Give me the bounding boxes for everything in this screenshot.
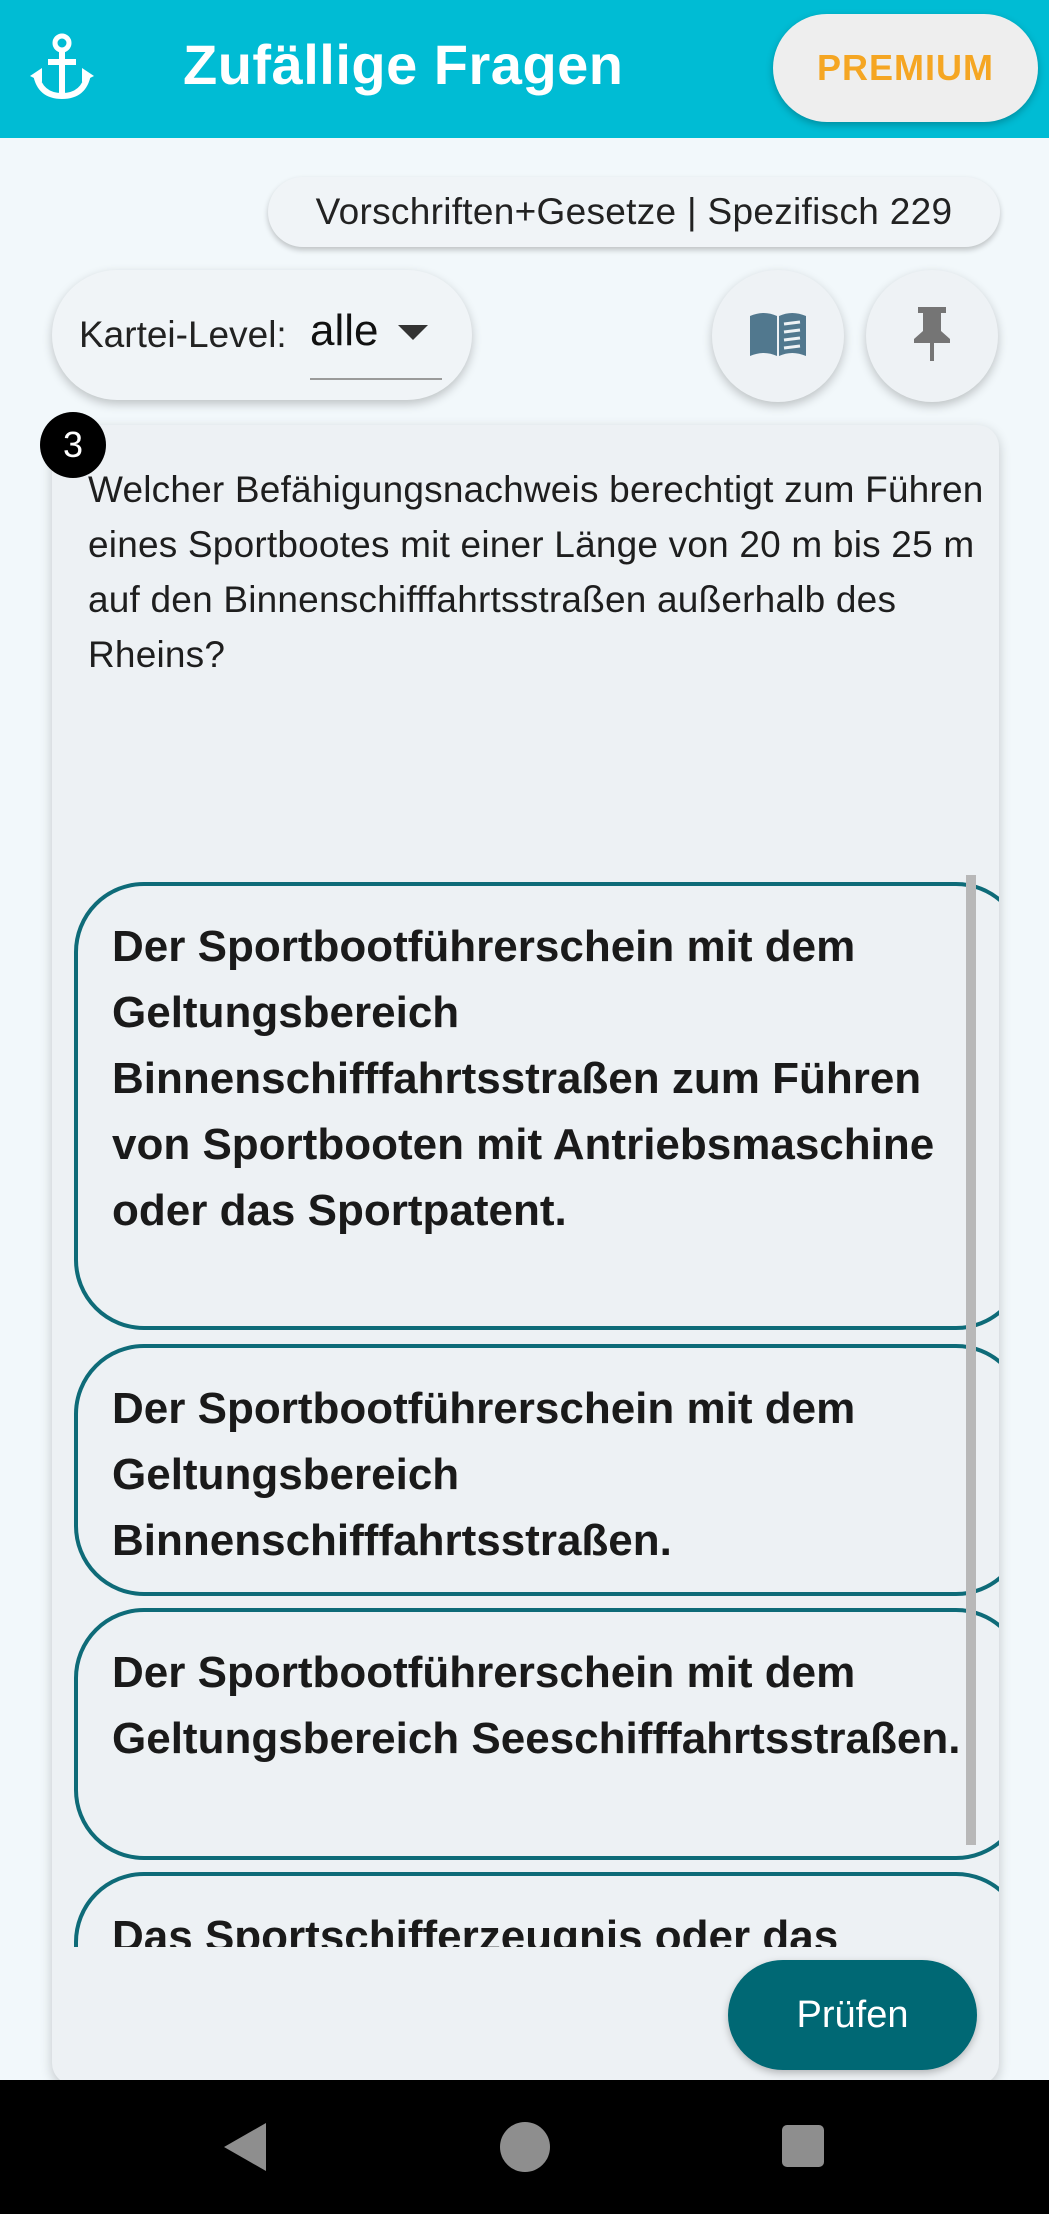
pin-icon — [910, 305, 954, 368]
answer-option[interactable]: Der Sportbootführerschein mit dem Geltun… — [74, 882, 999, 1330]
chevron-down-icon[interactable] — [398, 325, 428, 340]
answer-option[interactable]: Der Sportbootführerschein mit dem Geltun… — [74, 1608, 999, 1860]
home-icon[interactable] — [500, 2122, 550, 2172]
premium-button[interactable]: PREMIUM — [773, 14, 1038, 122]
app-bar: Zufällige Fragen PREMIUM — [0, 0, 1049, 138]
question-number-badge: 3 — [40, 412, 106, 478]
recents-icon[interactable] — [782, 2125, 824, 2167]
level-label: Kartei-Level: — [79, 314, 287, 355]
level-value[interactable]: alle — [310, 306, 379, 356]
answer-option[interactable]: Das Sportschifferzeugnis oder das — [74, 1872, 999, 1947]
category-chip[interactable]: Vorschriften+Gesetze | Spezifisch 229 — [268, 177, 1000, 247]
check-button[interactable]: Prüfen — [728, 1960, 977, 2070]
back-icon[interactable] — [224, 2123, 266, 2171]
app-title: Zufällige Fragen — [183, 33, 624, 96]
dropdown-underline — [310, 378, 442, 380]
pin-button[interactable] — [866, 270, 998, 402]
scrollbar[interactable] — [966, 875, 976, 1845]
answer-option[interactable]: Der Sportbootführerschein mit dem Geltun… — [74, 1344, 999, 1596]
answer-list[interactable]: Der Sportbootführerschein mit dem Geltun… — [52, 870, 999, 1947]
level-dropdown[interactable]: Kartei-Level: alle — [52, 270, 472, 400]
anchor-icon[interactable] — [30, 32, 94, 104]
book-open-icon — [746, 308, 810, 365]
question-text: Welcher Befähigungsnachweis berechtigt z… — [88, 469, 984, 675]
book-button[interactable] — [712, 270, 844, 402]
